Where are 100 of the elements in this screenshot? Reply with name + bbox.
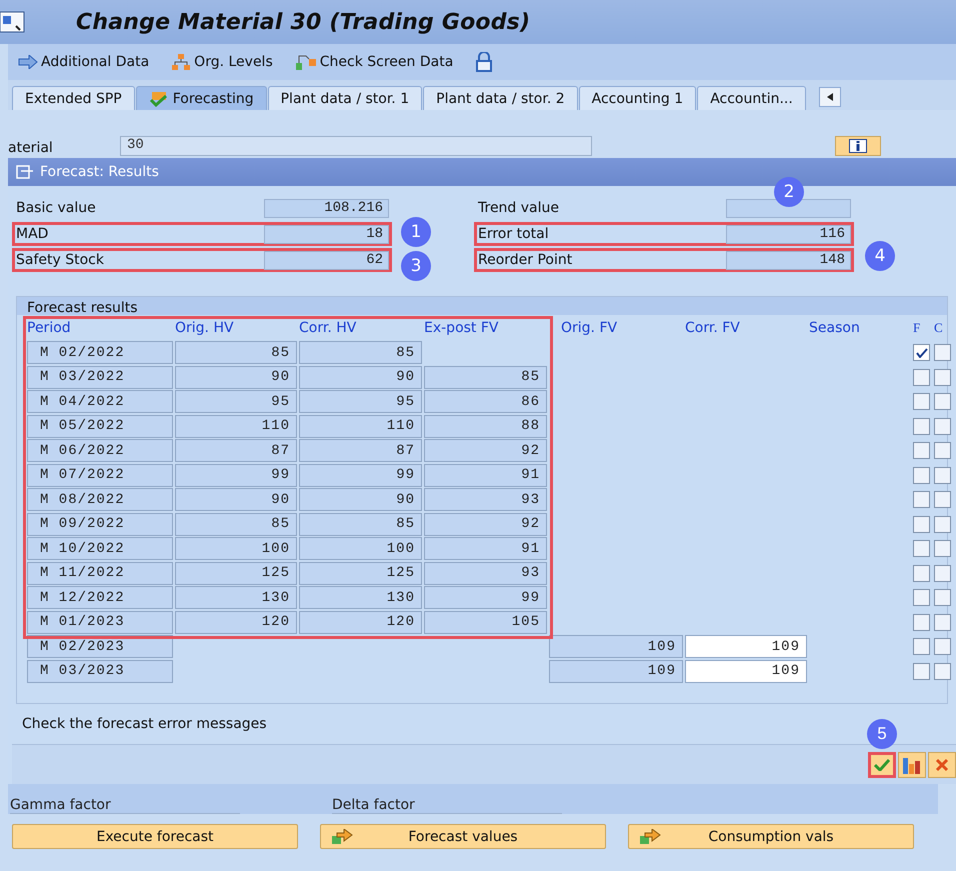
checkbox[interactable] bbox=[934, 516, 951, 532]
value-field: 116 bbox=[726, 224, 851, 244]
table-cell: 90 bbox=[175, 366, 297, 388]
cancel-button[interactable] bbox=[928, 752, 956, 778]
column-header: Orig. FV bbox=[560, 319, 618, 338]
checkbox[interactable] bbox=[913, 442, 930, 459]
checkbox[interactable] bbox=[913, 466, 930, 484]
tab[interactable]: Forecasting bbox=[136, 86, 267, 110]
table-cell: 130 bbox=[299, 586, 422, 609]
tab[interactable]: Plant data / stor. 2 bbox=[423, 86, 578, 110]
field-label: Safety Stock bbox=[15, 252, 104, 268]
lock-icon bbox=[475, 52, 494, 72]
table-cell: 130 bbox=[175, 586, 297, 609]
table-cell: 93 bbox=[424, 562, 547, 584]
group-title: Forecast results bbox=[27, 300, 138, 316]
checkbox[interactable] bbox=[934, 662, 951, 680]
checkbox[interactable] bbox=[913, 491, 930, 508]
table-cell: 100 bbox=[299, 537, 422, 560]
action-button[interactable]: Forecast values bbox=[320, 824, 606, 849]
table-cell: 85 bbox=[299, 341, 422, 364]
field-label: Reorder Point bbox=[477, 252, 572, 268]
field-label: Basic value bbox=[15, 200, 96, 216]
screen-check-icon bbox=[294, 53, 317, 71]
info-icon bbox=[849, 139, 867, 153]
period-cell: M 03/2022 bbox=[27, 366, 173, 388]
checkbox[interactable] bbox=[934, 540, 951, 557]
table-cell: 100 bbox=[175, 537, 297, 560]
checkbox[interactable] bbox=[934, 368, 951, 386]
chart-button[interactable] bbox=[898, 752, 926, 778]
tab[interactable]: Plant data / stor. 1 bbox=[268, 86, 422, 110]
checkbox[interactable] bbox=[913, 368, 930, 386]
period-cell: M 02/2022 bbox=[27, 341, 173, 364]
checkbox[interactable] bbox=[913, 564, 930, 582]
number-badge: 1 bbox=[401, 217, 431, 247]
checkbox[interactable] bbox=[934, 638, 951, 655]
material-field[interactable]: 30 bbox=[120, 136, 592, 156]
table-cell: 90 bbox=[299, 488, 422, 511]
dialog-title: Forecast: Results bbox=[40, 164, 159, 180]
action-button[interactable]: Consumption vals bbox=[628, 824, 914, 849]
checkbox[interactable] bbox=[934, 344, 951, 361]
checkbox[interactable] bbox=[913, 638, 930, 655]
table-cell: 99 bbox=[299, 464, 422, 486]
checkbox[interactable] bbox=[913, 418, 930, 434]
checkbox[interactable] bbox=[934, 564, 951, 582]
hierarchy-icon bbox=[171, 53, 192, 71]
period-cell: M 07/2022 bbox=[27, 464, 173, 486]
column-header: F bbox=[913, 319, 922, 337]
checkbox[interactable] bbox=[913, 614, 930, 630]
number-badge: 4 bbox=[865, 241, 895, 271]
tab[interactable]: Extended SPP bbox=[12, 86, 135, 110]
checkbox[interactable] bbox=[913, 393, 930, 410]
window-icon bbox=[0, 10, 26, 34]
action-button[interactable]: Execute forecast bbox=[12, 824, 298, 849]
checkbox[interactable] bbox=[934, 393, 951, 410]
table-cell: 92 bbox=[424, 512, 547, 536]
column-header: Corr. HV bbox=[299, 319, 358, 338]
input-field[interactable]: 109 bbox=[685, 660, 807, 682]
info-button[interactable] bbox=[835, 136, 881, 156]
table-cell: 109 bbox=[549, 660, 683, 682]
checkbox[interactable] bbox=[934, 466, 951, 484]
toolbar-button[interactable]: Org. Levels bbox=[171, 53, 273, 71]
left-arrow-icon bbox=[826, 93, 833, 101]
checkbox[interactable] bbox=[934, 491, 951, 508]
table-cell: 88 bbox=[424, 414, 547, 438]
checkbox[interactable] bbox=[934, 614, 951, 630]
checkbox[interactable] bbox=[913, 662, 930, 680]
period-cell: M 11/2022 bbox=[27, 562, 173, 584]
table-cell: 90 bbox=[175, 488, 297, 511]
value-field: 62 bbox=[264, 250, 389, 270]
number-badge: 3 bbox=[401, 251, 431, 281]
arrow-icon bbox=[639, 828, 661, 844]
period-cell: M 03/2023 bbox=[27, 660, 173, 682]
checkbox[interactable] bbox=[913, 344, 930, 361]
period-cell: M 06/2022 bbox=[27, 439, 173, 462]
number-badge: 5 bbox=[867, 718, 897, 748]
table-cell: 85 bbox=[299, 512, 422, 536]
table-cell: 125 bbox=[175, 562, 297, 584]
checkbox[interactable] bbox=[913, 589, 930, 606]
value-field: 18 bbox=[264, 224, 389, 244]
checkbox[interactable] bbox=[913, 516, 930, 532]
table-cell: 110 bbox=[175, 414, 297, 438]
field-label: Delta factor bbox=[332, 797, 562, 814]
lock-button[interactable] bbox=[475, 52, 494, 72]
table-cell: 125 bbox=[299, 562, 422, 584]
table-cell: 110 bbox=[299, 414, 422, 438]
checkbox[interactable] bbox=[934, 589, 951, 606]
tab[interactable]: Accounting 1 bbox=[578, 86, 696, 110]
toolbar-button[interactable]: Additional Data bbox=[18, 54, 150, 70]
toolbar-button[interactable]: Check Screen Data bbox=[294, 53, 454, 71]
table-cell: 86 bbox=[424, 390, 547, 413]
checkbox[interactable] bbox=[934, 442, 951, 459]
table-cell: 90 bbox=[299, 366, 422, 388]
table-cell: 93 bbox=[424, 488, 547, 511]
scroll-left-button[interactable] bbox=[818, 87, 841, 107]
input-field[interactable]: 109 bbox=[685, 635, 807, 658]
value-field: 108.216 bbox=[264, 198, 389, 218]
table-cell: 95 bbox=[175, 390, 297, 413]
checkbox[interactable] bbox=[913, 540, 930, 557]
checkbox[interactable] bbox=[934, 418, 951, 434]
tab[interactable]: Accountin... bbox=[697, 86, 806, 110]
